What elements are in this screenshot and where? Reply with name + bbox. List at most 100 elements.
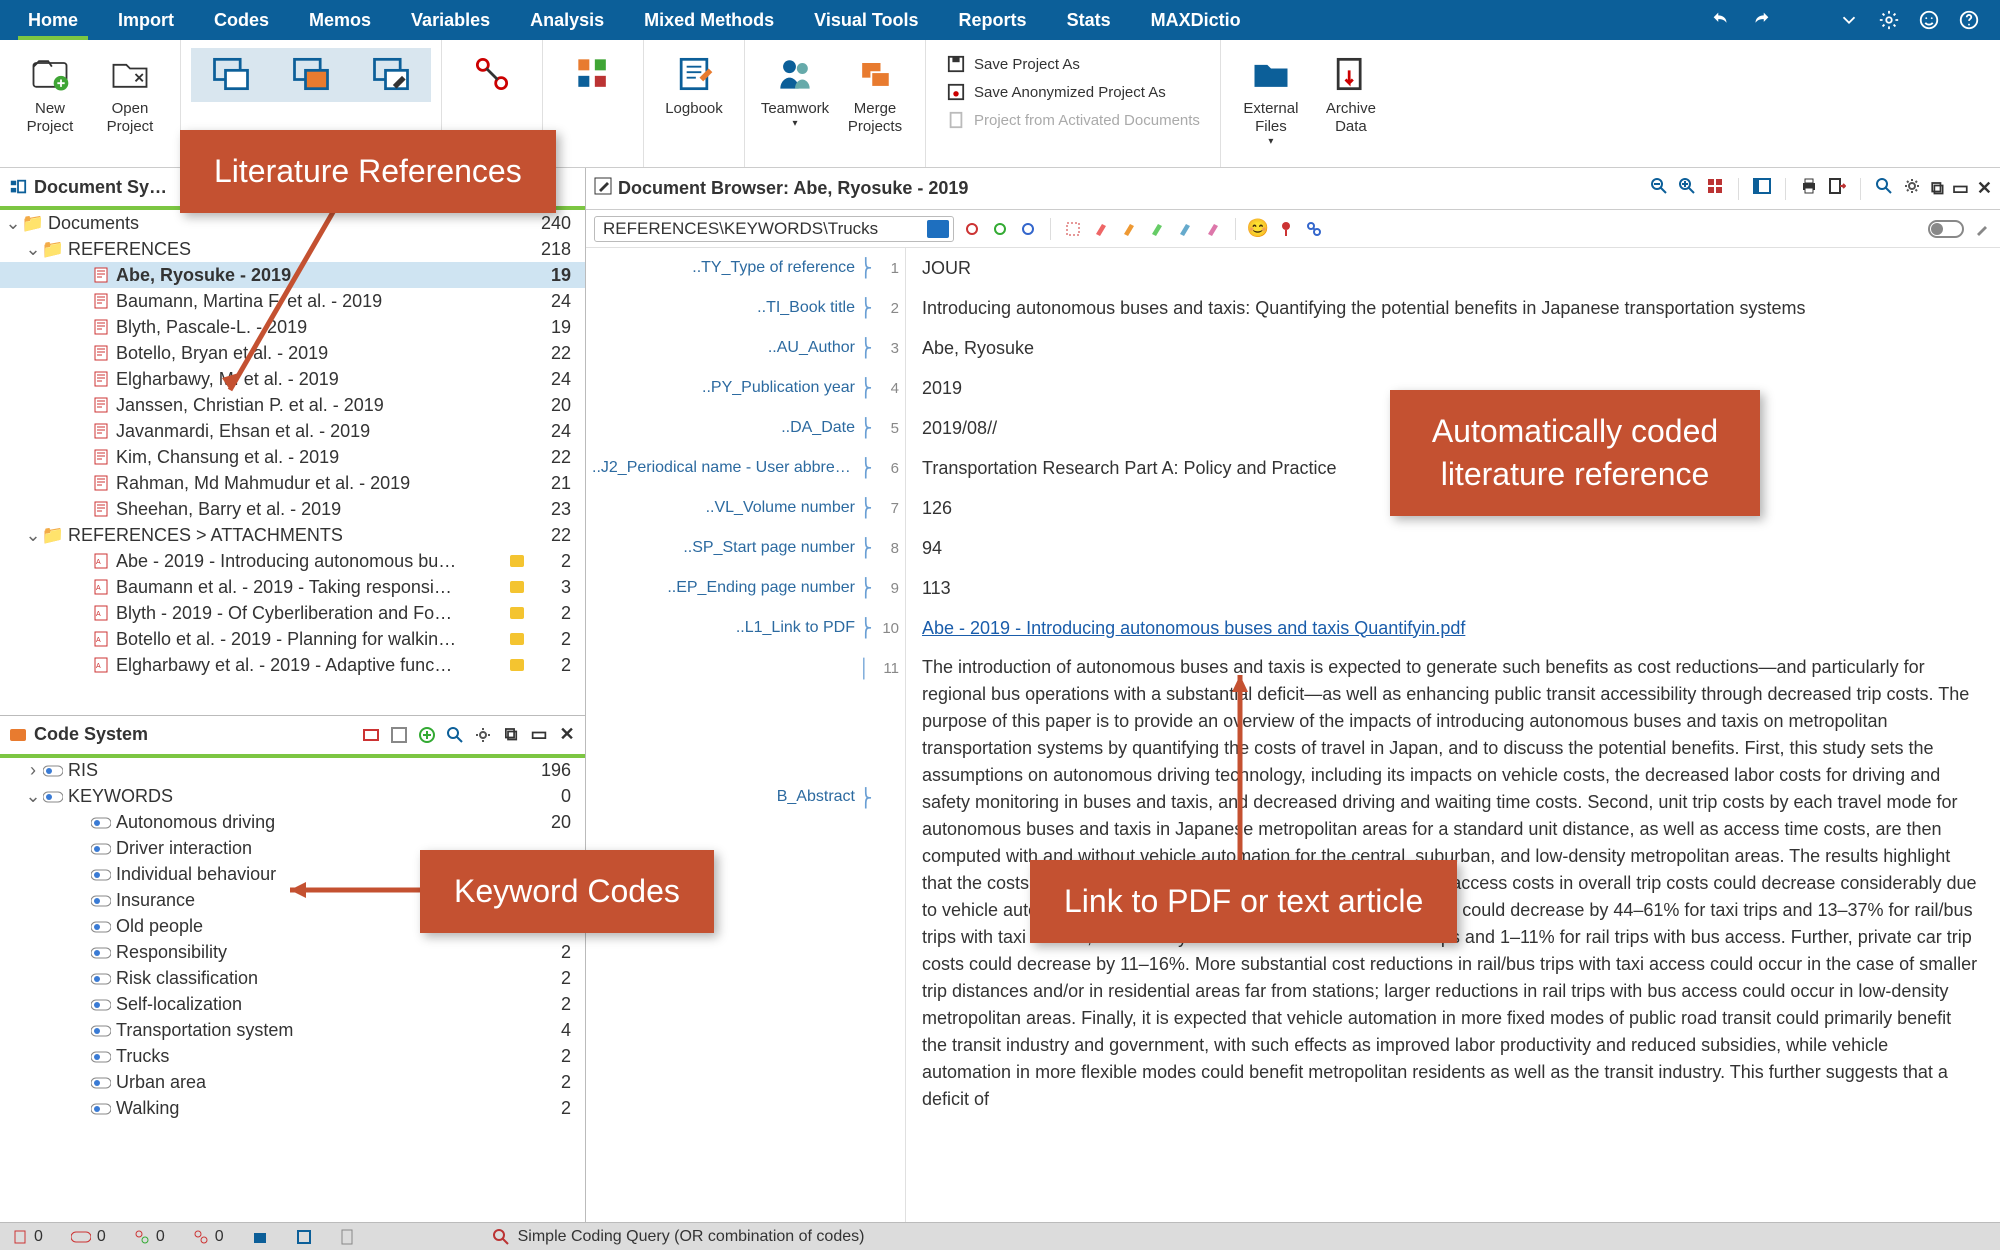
tree-item[interactable]: ABotello et al. - 2019 - Planning for wa… bbox=[0, 626, 585, 652]
gutter-row[interactable]: ..VL_Volume number⎬7 bbox=[586, 488, 905, 528]
code-tree[interactable]: ›RIS196 ⌄KEYWORDS0 Autonomous driving20 … bbox=[0, 758, 585, 1222]
undo-icon[interactable] bbox=[1710, 9, 1732, 31]
gear-icon[interactable] bbox=[1903, 177, 1921, 200]
grid-icon[interactable] bbox=[1706, 177, 1724, 200]
hl-green-icon[interactable] bbox=[1147, 219, 1167, 239]
tab-reports[interactable]: Reports bbox=[939, 0, 1047, 40]
code-tool-2-icon[interactable] bbox=[389, 725, 409, 745]
memo-icon[interactable] bbox=[505, 657, 529, 673]
popout-icon[interactable]: ⧉ bbox=[1931, 178, 1944, 199]
pdf-link[interactable]: Abe - 2019 - Introducing autonomous buse… bbox=[922, 618, 1465, 639]
search-icon[interactable] bbox=[445, 725, 465, 745]
merge-projects-button[interactable]: Merge Projects bbox=[835, 48, 915, 138]
tree-item[interactable]: Kim, Chansung et al. - 201922 bbox=[0, 444, 585, 470]
status-item5[interactable] bbox=[252, 1229, 268, 1245]
status-query[interactable]: Simple Coding Query (OR combination of c… bbox=[492, 1228, 865, 1246]
archive-data-button[interactable]: Archive Data bbox=[1311, 48, 1391, 150]
code-item[interactable]: Walking2 bbox=[0, 1096, 585, 1122]
tab-stats[interactable]: Stats bbox=[1047, 0, 1131, 40]
memo-icon[interactable] bbox=[505, 553, 529, 569]
gutter-row[interactable]: ..EP_Ending page number⎬9 bbox=[586, 568, 905, 608]
close-icon[interactable]: ✕ bbox=[1977, 178, 1992, 199]
gear-icon[interactable] bbox=[473, 725, 493, 745]
hl-red-icon[interactable] bbox=[1091, 219, 1111, 239]
open-project-button[interactable]: Open Project bbox=[90, 48, 170, 138]
code-tool-1-icon[interactable] bbox=[361, 725, 381, 745]
status-item3[interactable]: 0 bbox=[134, 1228, 165, 1246]
collapse-icon[interactable]: ▭ bbox=[529, 725, 549, 745]
code-item[interactable]: Risk classification2 bbox=[0, 966, 585, 992]
memo-icon[interactable] bbox=[505, 579, 529, 595]
external-files-button[interactable]: External Files▾ bbox=[1231, 48, 1311, 150]
codes-grid-button[interactable] bbox=[553, 48, 633, 102]
gutter-row[interactable]: ..TI_Book title⎬2 bbox=[586, 288, 905, 328]
save-anon-project[interactable]: Save Anonymized Project As bbox=[946, 82, 1200, 102]
collapse-icon[interactable]: ▭ bbox=[1952, 178, 1969, 199]
redo-icon[interactable] bbox=[1750, 9, 1772, 31]
tree-item[interactable]: Javanmardi, Ehsan et al. - 201924 bbox=[0, 418, 585, 444]
tree-item[interactable]: Sheehan, Barry et al. - 201923 bbox=[0, 496, 585, 522]
tree-item[interactable]: ABlyth - 2019 - Of Cyberliberation and F… bbox=[0, 600, 585, 626]
tab-codes[interactable]: Codes bbox=[194, 0, 289, 40]
code-item[interactable]: Urban area2 bbox=[0, 1070, 585, 1096]
print-icon[interactable] bbox=[1800, 177, 1818, 200]
new-project-button[interactable]: New Project bbox=[10, 48, 90, 138]
status-item7[interactable] bbox=[340, 1229, 354, 1245]
code-item[interactable]: Responsibility2 bbox=[0, 940, 585, 966]
status-codes[interactable]: 0 bbox=[71, 1228, 106, 1246]
code-blue-icon[interactable] bbox=[1018, 219, 1038, 239]
logbook-button[interactable]: Logbook bbox=[654, 48, 734, 120]
tab-analysis[interactable]: Analysis bbox=[510, 0, 624, 40]
hl-blue-icon[interactable] bbox=[1175, 219, 1195, 239]
code-item[interactable]: ›RIS196 bbox=[0, 758, 585, 784]
tab-mixed-methods[interactable]: Mixed Methods bbox=[624, 0, 794, 40]
edit-icon[interactable] bbox=[594, 177, 612, 200]
code-item[interactable]: Transportation system4 bbox=[0, 1018, 585, 1044]
status-item6[interactable] bbox=[296, 1229, 312, 1245]
code-item[interactable]: ⌄KEYWORDS0 bbox=[0, 784, 585, 810]
gutter-row[interactable]: │11 bbox=[586, 648, 905, 688]
help-icon[interactable] bbox=[1958, 9, 1980, 31]
doc-window1-button[interactable] bbox=[191, 48, 271, 102]
code-path-dropdown[interactable]: REFERENCES\KEYWORDS\Trucks bbox=[594, 216, 954, 242]
tree-item[interactable]: AElgharbawy et al. - 2019 - Adaptive fun… bbox=[0, 652, 585, 678]
tab-memos[interactable]: Memos bbox=[289, 0, 391, 40]
gear-icon[interactable] bbox=[1878, 9, 1900, 31]
code-item[interactable]: Self-localization2 bbox=[0, 992, 585, 1018]
link-icon[interactable] bbox=[1304, 219, 1324, 239]
status-docs[interactable]: 0 bbox=[12, 1228, 43, 1246]
tree-item[interactable]: Rahman, Md Mahmudur et al. - 201921 bbox=[0, 470, 585, 496]
doc-window2-button[interactable] bbox=[271, 48, 351, 102]
sidebar-icon[interactable] bbox=[1753, 177, 1771, 200]
popout-icon[interactable]: ⧉ bbox=[501, 725, 521, 745]
gutter-row[interactable]: ..J2_Periodical name - User abbreviat⎬6 bbox=[586, 448, 905, 488]
zoom-in-icon[interactable] bbox=[1678, 177, 1696, 200]
gutter-row[interactable]: ..SP_Start page number⎬8 bbox=[586, 528, 905, 568]
pin-icon[interactable] bbox=[1276, 219, 1296, 239]
hl-pink-icon[interactable] bbox=[1203, 219, 1223, 239]
code-green-icon[interactable] bbox=[990, 219, 1010, 239]
gutter-row[interactable]: ..TY_Type of reference⎬1 bbox=[586, 248, 905, 288]
code-item[interactable]: Autonomous driving20 bbox=[0, 810, 585, 836]
tree-item[interactable]: AAbe - 2019 - Introducing autonomous bu…… bbox=[0, 548, 585, 574]
memo-icon[interactable] bbox=[505, 631, 529, 647]
code-red-icon[interactable] bbox=[962, 219, 982, 239]
tab-maxdictio[interactable]: MAXDictio bbox=[1131, 0, 1261, 40]
smile-icon[interactable] bbox=[1918, 9, 1940, 31]
code-add-icon[interactable] bbox=[417, 725, 437, 745]
gutter-row[interactable]: ..DA_Date⎬5 bbox=[586, 408, 905, 448]
gutter-row[interactable]: B_Abstract⎬ bbox=[586, 688, 905, 868]
search-icon[interactable] bbox=[1875, 177, 1893, 200]
zoom-out-icon[interactable] bbox=[1650, 177, 1668, 200]
code-item[interactable]: Trucks2 bbox=[0, 1044, 585, 1070]
chevron-down-icon[interactable] bbox=[1838, 9, 1860, 31]
export-icon[interactable] bbox=[1828, 177, 1846, 200]
close-icon[interactable]: ✕ bbox=[557, 725, 577, 745]
tab-import[interactable]: Import bbox=[98, 0, 194, 40]
tab-visual-tools[interactable]: Visual Tools bbox=[794, 0, 938, 40]
tab-variables[interactable]: Variables bbox=[391, 0, 510, 40]
doc-window3-button[interactable] bbox=[351, 48, 431, 102]
doc-stats-button[interactable] bbox=[452, 48, 532, 102]
select-icon[interactable] bbox=[1063, 219, 1083, 239]
tab-home[interactable]: Home bbox=[8, 0, 98, 40]
